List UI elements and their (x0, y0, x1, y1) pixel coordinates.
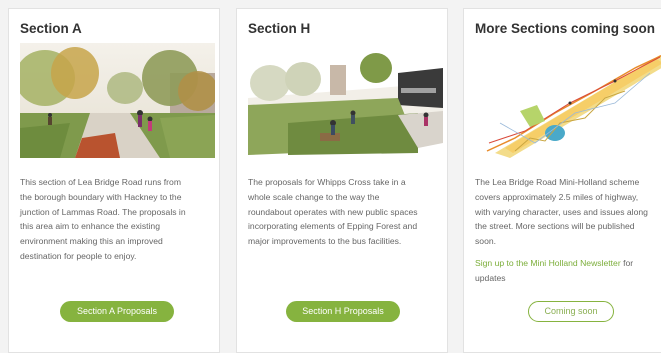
description-line: The Lea Bridge Road Mini-Holland scheme (475, 177, 640, 187)
description-line: destination for people to enjoy. (20, 250, 137, 261)
description-line: roundabout operates with new public spac… (248, 206, 418, 217)
newsletter-suffix: for (620, 257, 634, 268)
description-line: soon. (475, 236, 497, 247)
card-section-a: Section A This section of Lea Bridge Roa… (8, 8, 220, 353)
description-line: This section of Lea Bridge Road runs fro… (20, 177, 181, 187)
description-line: The proposals for Whipps Cross take in a (248, 177, 406, 187)
description-line: environment making this an improved (20, 236, 163, 247)
card-title: More Sections coming soon (475, 21, 656, 36)
section-h-proposals-button[interactable]: Section H Proposals (286, 301, 400, 322)
card-description: This section of Lea Bridge Road runs fro… (20, 175, 216, 264)
card-title: Section A (20, 21, 82, 36)
newsletter-line-2: updates (475, 272, 506, 283)
newsletter-line: Sign up to the Mini Holland Newsletter f… (475, 256, 661, 271)
description-line: junction of Lammas Road. The proposals i… (20, 206, 186, 217)
route-map-image[interactable] (475, 43, 661, 158)
card-description: The proposals for Whipps Cross take in a… (248, 175, 444, 249)
description-line: whole scale change to the way the (248, 191, 380, 202)
card-section-h: Section H The proposals for Whipps Cross… (236, 8, 448, 353)
section-a-image[interactable] (20, 43, 215, 158)
coming-soon-button[interactable]: Coming soon (528, 301, 614, 322)
description-line: the borough boundary with Hackney to the (20, 191, 182, 202)
card-description: The Lea Bridge Road Mini-Holland scheme … (475, 175, 661, 286)
section-h-image[interactable] (248, 43, 443, 158)
card-more-sections: More Sections coming soon The Lea Bridge… (463, 8, 661, 353)
section-a-proposals-button[interactable]: Section A Proposals (60, 301, 174, 322)
description-line: the street. More sections will be publis… (475, 221, 635, 232)
newsletter-link[interactable]: Sign up to the Mini Holland Newsletter (475, 258, 621, 268)
description-line: incorporating elements of Epping Forest … (248, 221, 418, 232)
card-title: Section H (248, 21, 311, 36)
description-line: major improvements to the bus facilities… (248, 236, 402, 247)
description-line: this area aim to enhance the existing (20, 221, 160, 232)
description-line: covers approximately 2.5 miles of highwa… (475, 191, 639, 202)
description-line: with varying character, uses and issues … (475, 206, 648, 217)
